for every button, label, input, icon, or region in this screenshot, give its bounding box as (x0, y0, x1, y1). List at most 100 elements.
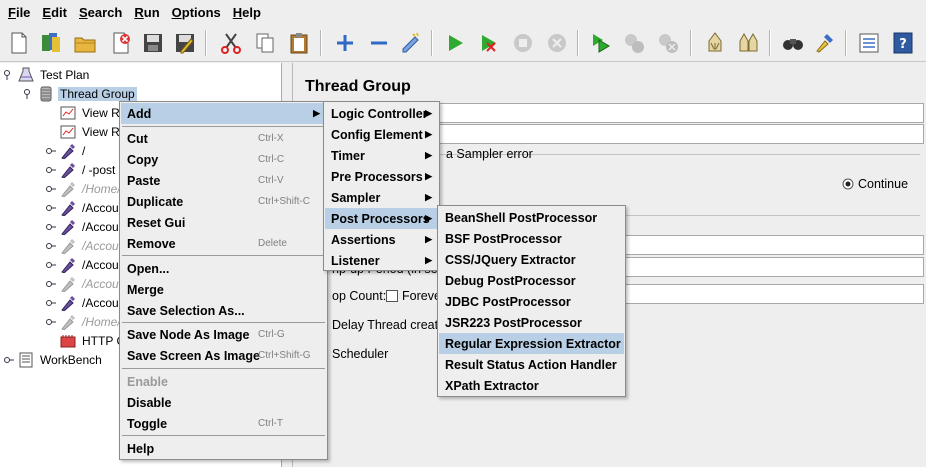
menu-item-logic-controller[interactable]: Logic Controller ▶ (325, 103, 438, 124)
tree-node-sampler-disabled[interactable]: /Home/I (46, 180, 126, 198)
copy-button[interactable] (250, 28, 280, 58)
forever-checkbox[interactable]: Foreve (386, 289, 441, 303)
tree-toggle-icon[interactable] (46, 298, 56, 308)
tree-toggle-icon[interactable] (46, 146, 56, 156)
menu-item-result-status-action-handler[interactable]: Result Status Action Handler (439, 354, 624, 375)
rampup-field[interactable] (624, 257, 924, 277)
tree-toggle-icon[interactable] (46, 260, 56, 270)
radio-selected-icon (842, 178, 854, 190)
tree-toggle-icon[interactable] (4, 70, 14, 80)
menu-item-jsr223-postprocessor[interactable]: JSR223 PostProcessor (439, 312, 624, 333)
delay-thread-checkbox[interactable]: Delay Thread creat (332, 318, 438, 332)
tree-toggle-icon[interactable] (46, 241, 56, 251)
open-button[interactable] (70, 28, 100, 58)
menu-item-duplicate[interactable]: Duplicate Ctrl+Shift-C (121, 191, 326, 212)
clear-all-button[interactable] (734, 28, 764, 58)
tree-node-workbench[interactable]: WorkBench (4, 351, 104, 369)
menu-item-bsf-postprocessor[interactable]: BSF PostProcessor (439, 228, 624, 249)
stop-button[interactable] (508, 28, 538, 58)
tree-node-test-plan[interactable]: Test Plan (4, 66, 91, 84)
tree-node-sampler[interactable]: / (46, 142, 87, 160)
menu-item-merge[interactable]: Merge (121, 279, 326, 300)
menu-search[interactable]: Search (73, 5, 128, 20)
menu-item-cut[interactable]: Cut Ctrl-X (121, 128, 326, 149)
tree-node-config-element[interactable]: HTTP C (46, 332, 127, 350)
menu-run[interactable]: Run (128, 5, 165, 20)
menu-item-pre-processors[interactable]: Pre Processors ▶ (325, 166, 438, 187)
menu-item-post-processors[interactable]: Post Processors ▶ (325, 208, 438, 229)
menu-file[interactable]: File (2, 5, 36, 20)
menu-item-disable[interactable]: Disable (121, 392, 326, 413)
save-as-button[interactable] (170, 28, 200, 58)
menu-item-paste[interactable]: Paste Ctrl-V (121, 170, 326, 191)
start-no-pauses-button[interactable] (474, 28, 504, 58)
save-button[interactable] (138, 28, 168, 58)
num-threads-field[interactable] (624, 235, 924, 255)
tree-toggle-icon[interactable] (46, 203, 56, 213)
tree-node-sampler[interactable]: /Accou (46, 294, 121, 312)
scheduler-checkbox[interactable]: Scheduler (332, 347, 388, 361)
shutdown-button[interactable] (542, 28, 572, 58)
paste-button[interactable] (284, 28, 314, 58)
tree-toggle-icon[interactable] (46, 184, 56, 194)
menu-item-save-selection-as[interactable]: Save Selection As... (121, 300, 326, 321)
menu-item-timer[interactable]: Timer ▶ (325, 145, 438, 166)
tree-node-sampler[interactable]: /Accou (46, 256, 121, 274)
menu-item-regular-expression-extractor[interactable]: Regular Expression Extractor (439, 333, 624, 354)
menu-item-copy[interactable]: Copy Ctrl-C (121, 149, 326, 170)
menu-help[interactable]: Help (227, 5, 267, 20)
templates-button[interactable] (36, 28, 66, 58)
help-button[interactable]: ? (888, 28, 918, 58)
menu-item-remove[interactable]: Remove Delete (121, 233, 326, 254)
start-button[interactable] (440, 28, 470, 58)
clear-button[interactable] (700, 28, 730, 58)
tree-toggle-icon[interactable] (24, 89, 34, 99)
menu-item-css-jquery-extractor[interactable]: CSS/JQuery Extractor (439, 249, 624, 270)
tree-toggle-icon[interactable] (46, 165, 56, 175)
menu-item-jdbc-postprocessor[interactable]: JDBC PostProcessor (439, 291, 624, 312)
toggle-button[interactable] (396, 28, 426, 58)
tree-node-sampler-disabled[interactable]: /Accou (46, 237, 121, 255)
tree-toggle-icon[interactable] (46, 222, 56, 232)
menu-item-listener[interactable]: Listener ▶ (325, 250, 438, 271)
remote-start-button[interactable] (586, 28, 616, 58)
tree-node-sampler-disabled[interactable]: /Home/I (46, 313, 126, 331)
expand-button[interactable] (330, 28, 360, 58)
menu-item-beanshell-postprocessor[interactable]: BeanShell PostProcessor (439, 207, 624, 228)
menu-edit[interactable]: Edit (36, 5, 73, 20)
tree-toggle-icon[interactable] (4, 355, 14, 365)
close-button[interactable] (106, 28, 136, 58)
menu-item-save-node-as-image[interactable]: Save Node As Image Ctrl-G (121, 324, 326, 345)
menu-item-config-element[interactable]: Config Element ▶ (325, 124, 438, 145)
menu-item-save-screen-as-image[interactable]: Save Screen As Image Ctrl+Shift-G (121, 345, 326, 366)
menu-item-sampler[interactable]: Sampler ▶ (325, 187, 438, 208)
continue-radio[interactable]: Continue (842, 177, 908, 191)
menu-item-toggle[interactable]: Toggle Ctrl-T (121, 413, 326, 434)
tree-node-view-results-2[interactable]: View R (46, 123, 122, 141)
tree-toggle-icon[interactable] (46, 317, 56, 327)
menu-item-help[interactable]: Help (121, 438, 326, 459)
cut-button[interactable] (216, 28, 246, 58)
menu-item-assertions[interactable]: Assertions ▶ (325, 229, 438, 250)
menu-item-reset-gui[interactable]: Reset Gui (121, 212, 326, 233)
menu-options[interactable]: Options (166, 5, 227, 20)
tree-toggle-icon[interactable] (46, 279, 56, 289)
tree-node-sampler[interactable]: /Accou (46, 218, 121, 236)
remote-shutdown-button[interactable] (654, 28, 684, 58)
delay-thread-label: Delay Thread creat (332, 318, 439, 332)
remote-stop-button[interactable] (620, 28, 650, 58)
tree-node-sampler[interactable]: / -post (46, 161, 117, 179)
tree-node-sampler[interactable]: /Accou (46, 199, 121, 217)
menu-item-open[interactable]: Open... (121, 258, 326, 279)
tree-node-sampler-disabled[interactable]: /Accou (46, 275, 121, 293)
menu-item-xpath-extractor[interactable]: XPath Extractor (439, 375, 624, 396)
new-button[interactable] (4, 28, 34, 58)
function-helper-button[interactable] (854, 28, 884, 58)
reset-search-button[interactable] (810, 28, 840, 58)
loop-count-field[interactable] (624, 284, 924, 304)
tree-node-view-results-1[interactable]: View R (46, 104, 122, 122)
collapse-button[interactable] (364, 28, 394, 58)
menu-item-add[interactable]: Add ▶ (121, 103, 326, 124)
menu-item-debug-postprocessor[interactable]: Debug PostProcessor (439, 270, 624, 291)
search-button[interactable] (778, 28, 808, 58)
